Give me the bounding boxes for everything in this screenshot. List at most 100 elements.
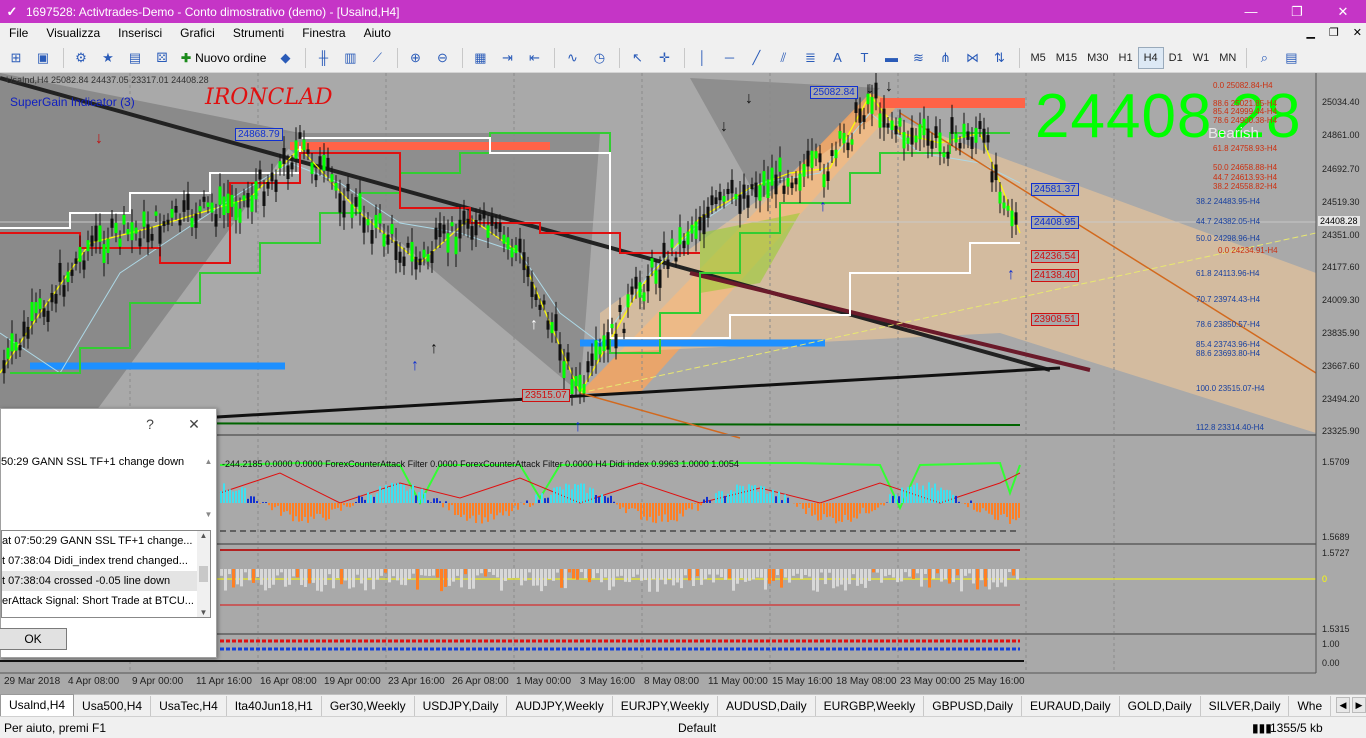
- tab-euraud-daily[interactable]: EURAUD,Daily: [1022, 696, 1120, 716]
- scroll-up-icon[interactable]: ▲: [200, 531, 208, 540]
- menu-window[interactable]: Finestra: [293, 23, 354, 43]
- maximize-button[interactable]: ❐: [1274, 0, 1320, 23]
- histogram-bar: [388, 486, 390, 503]
- alert-list-item[interactable]: erAttack Signal: Short Trade at BTCU...: [2, 591, 210, 611]
- tab-scroll-left-icon[interactable]: ◀: [1336, 697, 1350, 713]
- fibonacci-icon[interactable]: ≣: [798, 46, 822, 70]
- candle-body: [318, 156, 322, 167]
- mdi-minimize-icon[interactable]: ▁: [1306, 23, 1314, 43]
- tab-ita40jun18-h1[interactable]: Ita40Jun18,H1: [227, 696, 322, 716]
- ok-button[interactable]: OK: [0, 628, 67, 650]
- profiles-icon[interactable]: ▣: [31, 46, 55, 70]
- equidistant-channel-icon[interactable]: ⫽: [771, 46, 795, 70]
- candle-body: [306, 149, 310, 154]
- alert-list[interactable]: at 07:50:29 GANN SSL TF+1 change... t 07…: [1, 530, 211, 618]
- mdi-restore-icon[interactable]: ❐: [1329, 23, 1339, 43]
- zoom-out-icon[interactable]: ⊖: [430, 46, 454, 70]
- new-order-button[interactable]: ✚ Nuovo ordine: [177, 46, 270, 70]
- scroll-down-icon[interactable]: ▼: [200, 608, 208, 617]
- alert-close-button[interactable]: ✕: [172, 416, 216, 433]
- tab-usdjpy-daily[interactable]: USDJPY,Daily: [415, 696, 508, 716]
- scroll-thumb[interactable]: [199, 566, 208, 582]
- menu-tools[interactable]: Strumenti: [224, 23, 293, 43]
- wave-icon[interactable]: ≋: [906, 46, 930, 70]
- zoom-in-icon[interactable]: ⊕: [403, 46, 427, 70]
- tab-audusd-daily[interactable]: AUDUSD,Daily: [718, 696, 816, 716]
- line-chart-icon[interactable]: ⟋: [365, 46, 389, 70]
- tab-audjpy-weekly[interactable]: AUDJPY,Weekly: [507, 696, 613, 716]
- tab-silver-daily[interactable]: SILVER,Daily: [1201, 696, 1290, 716]
- tab-usatec-h4[interactable]: UsaTec,H4: [151, 696, 227, 716]
- text-icon[interactable]: A: [825, 46, 849, 70]
- tab-scroll-right-icon[interactable]: ▶: [1352, 697, 1366, 713]
- histogram-bar: [304, 503, 306, 517]
- text-label-icon[interactable]: T: [852, 46, 876, 70]
- crosshair-icon[interactable]: ✛: [652, 46, 676, 70]
- scroll-down-icon[interactable]: ▼: [205, 510, 213, 519]
- alert-list-item[interactable]: t 07:38:04 Didi_index trend changed...: [2, 551, 210, 571]
- timeframe-mn[interactable]: MN: [1214, 47, 1241, 69]
- tab-gold-daily[interactable]: GOLD,Daily: [1120, 696, 1201, 716]
- chart-shift-icon[interactable]: ⇤: [522, 46, 546, 70]
- mdi-close-icon[interactable]: ✕: [1353, 23, 1362, 43]
- timeframe-d1[interactable]: D1: [1164, 47, 1188, 69]
- list-scrollbar[interactable]: ▲ ▼: [197, 531, 210, 617]
- fib-label: 44.7 24382.05-H4: [1196, 217, 1261, 226]
- histogram-bar: [826, 503, 828, 518]
- minimize-button[interactable]: —: [1228, 0, 1274, 23]
- horizontal-line-icon[interactable]: ─: [717, 46, 741, 70]
- histogram-bar: [310, 503, 312, 517]
- gann-icon[interactable]: ⋈: [960, 46, 984, 70]
- tab-whe[interactable]: Whe: [1289, 696, 1332, 716]
- timeframe-h4[interactable]: H4: [1137, 46, 1164, 69]
- tile-windows-icon[interactable]: ▦: [468, 46, 492, 70]
- pitchfork-icon[interactable]: ⋔: [933, 46, 957, 70]
- alert-list-item[interactable]: at 07:50:29 GANN SSL TF+1 change...: [2, 531, 210, 551]
- menu-insert[interactable]: Inserisci: [109, 23, 171, 43]
- cursor-icon[interactable]: ↖: [625, 46, 649, 70]
- market-watch-icon[interactable]: ⚙: [69, 46, 93, 70]
- community-icon[interactable]: ▤: [1279, 46, 1303, 70]
- tab-ger30-weekly[interactable]: Ger30,Weekly: [322, 696, 415, 716]
- rectangle-icon[interactable]: ▬: [879, 46, 903, 70]
- timeframe-m5[interactable]: M5: [1025, 47, 1050, 69]
- scroll-up-icon[interactable]: ▲: [205, 457, 213, 466]
- tab-usa500-h4[interactable]: Usa500,H4: [74, 696, 152, 716]
- tab-eurjpy-weekly[interactable]: EURJPY,Weekly: [613, 696, 718, 716]
- message-scrollbar[interactable]: ▲ ▼: [203, 457, 214, 519]
- help-button[interactable]: ?: [128, 416, 172, 432]
- autotrading-icon[interactable]: ◆: [273, 46, 297, 70]
- bar-chart-icon[interactable]: ╫: [311, 46, 335, 70]
- menu-file[interactable]: File: [0, 23, 37, 43]
- close-button[interactable]: ✕: [1320, 0, 1366, 23]
- menu-view[interactable]: Visualizza: [37, 23, 109, 43]
- menu-help[interactable]: Aiuto: [355, 23, 400, 43]
- tab-eurgbp-weekly[interactable]: EURGBP,Weekly: [816, 696, 925, 716]
- arrows-icon[interactable]: ⇅: [987, 46, 1011, 70]
- new-chart-icon[interactable]: ⊞: [4, 46, 28, 70]
- histogram-bar: [457, 503, 459, 515]
- tab-usaind-h4[interactable]: Usalnd,H4: [0, 694, 75, 716]
- timeframe-h1[interactable]: H1: [1114, 47, 1138, 69]
- periods-icon[interactable]: ◷: [587, 46, 611, 70]
- strategy-tester-icon[interactable]: ⚄: [150, 46, 174, 70]
- candle-body: [466, 218, 470, 229]
- candle-body: [290, 162, 294, 170]
- histogram-bar: [565, 483, 567, 503]
- menu-charts[interactable]: Grafici: [171, 23, 224, 43]
- tab-gbpusd-daily[interactable]: GBPUSD,Daily: [924, 696, 1022, 716]
- histogram-bar: [343, 503, 345, 506]
- alert-list-item[interactable]: t 07:38:04 crossed -0.05 line down: [2, 571, 210, 591]
- timeframe-w1[interactable]: W1: [1188, 47, 1215, 69]
- trendline-icon[interactable]: ╱: [744, 46, 768, 70]
- candlestick-icon[interactable]: ▥: [338, 46, 362, 70]
- timeframe-m30[interactable]: M30: [1082, 47, 1113, 69]
- vertical-line-icon[interactable]: │: [690, 46, 714, 70]
- timeframe-m15[interactable]: M15: [1051, 47, 1082, 69]
- histogram-bar: [280, 503, 282, 516]
- terminal-icon[interactable]: ▤: [123, 46, 147, 70]
- autoscroll-icon[interactable]: ⇥: [495, 46, 519, 70]
- search-icon[interactable]: ⌕: [1252, 46, 1276, 70]
- navigator-icon[interactable]: ★: [96, 46, 120, 70]
- indicators-icon[interactable]: ∿: [560, 46, 584, 70]
